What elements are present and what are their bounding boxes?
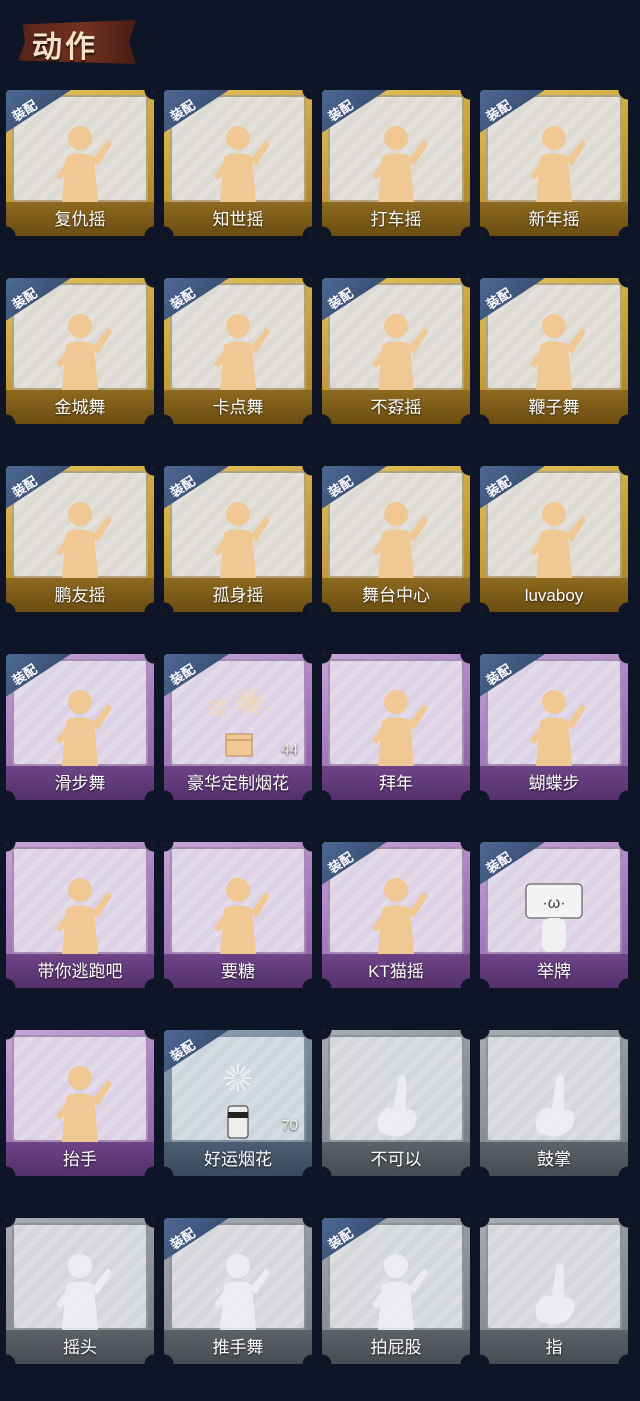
dance-figure-icon	[356, 118, 436, 208]
action-card[interactable]: ·ω· 举牌 装配	[480, 842, 628, 988]
action-card[interactable]: 拜年	[322, 654, 470, 800]
action-label: 孤身摇	[212, 586, 264, 605]
action-label: 新年摇	[528, 210, 580, 229]
action-card[interactable]: 新年摇 装配	[480, 90, 628, 236]
bow-figure-icon	[356, 682, 436, 772]
action-label: 蝴蝶步	[528, 774, 580, 793]
dance-figure-icon	[40, 494, 120, 584]
action-card[interactable]: 蝴蝶步 装配	[480, 654, 628, 800]
action-label: 推手舞	[212, 1338, 264, 1357]
figure-icon	[40, 1246, 120, 1336]
action-card[interactable]: 不孬摇 装配	[322, 278, 470, 424]
svg-text:·ω·: ·ω·	[542, 895, 565, 912]
dance-figure-icon	[40, 870, 120, 960]
dance-figure-icon	[40, 118, 120, 208]
action-label: 拜年	[379, 774, 413, 793]
action-label: 鹏友摇	[54, 586, 106, 605]
dance-figure-icon	[514, 494, 594, 584]
figure-icon	[198, 1246, 278, 1336]
action-card[interactable]: 舞台中心 装配	[322, 466, 470, 612]
figure-icon	[198, 870, 278, 960]
figure-icon	[40, 1058, 120, 1148]
action-label: 不孬摇	[370, 398, 422, 417]
dance-figure-icon	[198, 118, 278, 208]
action-label: 金城舞	[54, 398, 106, 417]
action-card[interactable]: 带你逃跑吧	[6, 842, 154, 988]
dance-figure-icon	[514, 306, 594, 396]
fireworks-box-icon	[198, 682, 278, 772]
action-card[interactable]: 鞭子舞 装配	[480, 278, 628, 424]
action-label: 滑步舞	[54, 774, 106, 793]
action-card[interactable]: 金城舞 装配	[6, 278, 154, 424]
dance-figure-icon	[514, 118, 594, 208]
action-card[interactable]: 滑步舞 装配	[6, 654, 154, 800]
action-card[interactable]: 打车摇 装配	[322, 90, 470, 236]
dance-figure-icon	[356, 306, 436, 396]
item-count: 70	[281, 1117, 298, 1134]
sign-figure-icon: ·ω·	[514, 870, 594, 960]
action-card[interactable]: KT猫摇 装配	[322, 842, 470, 988]
action-card[interactable]: 豪华定制烟花 44 装配	[164, 654, 312, 800]
finger-wag-icon	[356, 1058, 436, 1148]
action-label: 鞭子舞	[528, 398, 580, 417]
figure-icon	[356, 1246, 436, 1336]
action-label: 舞台中心	[362, 586, 430, 605]
firework-cylinder-icon	[198, 1058, 278, 1148]
action-label: 知世摇	[212, 210, 264, 229]
dance-figure-icon	[356, 494, 436, 584]
section-title: 动作	[32, 31, 98, 64]
action-card[interactable]: 好运烟花 70 装配	[164, 1030, 312, 1176]
action-card[interactable]: 孤身摇 装配	[164, 466, 312, 612]
action-label: 鼓掌	[537, 1150, 571, 1169]
action-card[interactable]: 推手舞 装配	[164, 1218, 312, 1364]
action-label: 指	[545, 1338, 563, 1357]
action-card[interactable]: 抬手	[6, 1030, 154, 1176]
dance-figure-icon	[356, 870, 436, 960]
action-card[interactable]: 摇头	[6, 1218, 154, 1364]
action-label: 复仇摇	[54, 210, 106, 229]
dance-figure-icon	[198, 306, 278, 396]
action-label: 不可以	[370, 1150, 422, 1169]
dance-figure-icon	[514, 682, 594, 772]
action-label: 摇头	[63, 1338, 97, 1357]
action-card[interactable]: 不可以	[322, 1030, 470, 1176]
action-label: 拍屁股	[370, 1338, 422, 1357]
action-card[interactable]: 指	[480, 1218, 628, 1364]
action-label: KT猫摇	[368, 962, 424, 981]
action-label: luvaboy	[524, 586, 584, 605]
action-label: 要糖	[221, 962, 255, 981]
action-label: 抬手	[63, 1150, 97, 1169]
action-grid: 复仇摇 装配 知世摇 装配 打车摇 装配 新年摇 装配 金城舞 装配 卡点舞 装配 不孬摇装…	[6, 90, 636, 1364]
action-card[interactable]: 复仇摇 装配	[6, 90, 154, 236]
dance-figure-icon	[40, 306, 120, 396]
action-label: 豪华定制烟花	[187, 774, 289, 793]
action-label: 好运烟花	[204, 1150, 272, 1169]
dance-figure-icon	[198, 494, 278, 584]
section-header: 动作	[0, 0, 640, 84]
clap-icon	[514, 1058, 594, 1148]
action-card[interactable]: 鹏友摇 装配	[6, 466, 154, 612]
pointing-hand-icon	[514, 1246, 594, 1336]
dance-figure-icon	[40, 682, 120, 772]
action-card[interactable]: 知世摇 装配	[164, 90, 312, 236]
action-label: 带你逃跑吧	[37, 962, 123, 981]
item-count: 44	[281, 741, 298, 758]
action-label: 打车摇	[370, 210, 422, 229]
action-card[interactable]: 要糖	[164, 842, 312, 988]
action-card[interactable]: 卡点舞 装配	[164, 278, 312, 424]
action-card[interactable]: 拍屁股 装配	[322, 1218, 470, 1364]
action-card[interactable]: 鼓掌	[480, 1030, 628, 1176]
action-label: 卡点舞	[212, 398, 264, 417]
action-card[interactable]: luvaboy 装配	[480, 466, 628, 612]
action-label: 举牌	[537, 962, 571, 981]
